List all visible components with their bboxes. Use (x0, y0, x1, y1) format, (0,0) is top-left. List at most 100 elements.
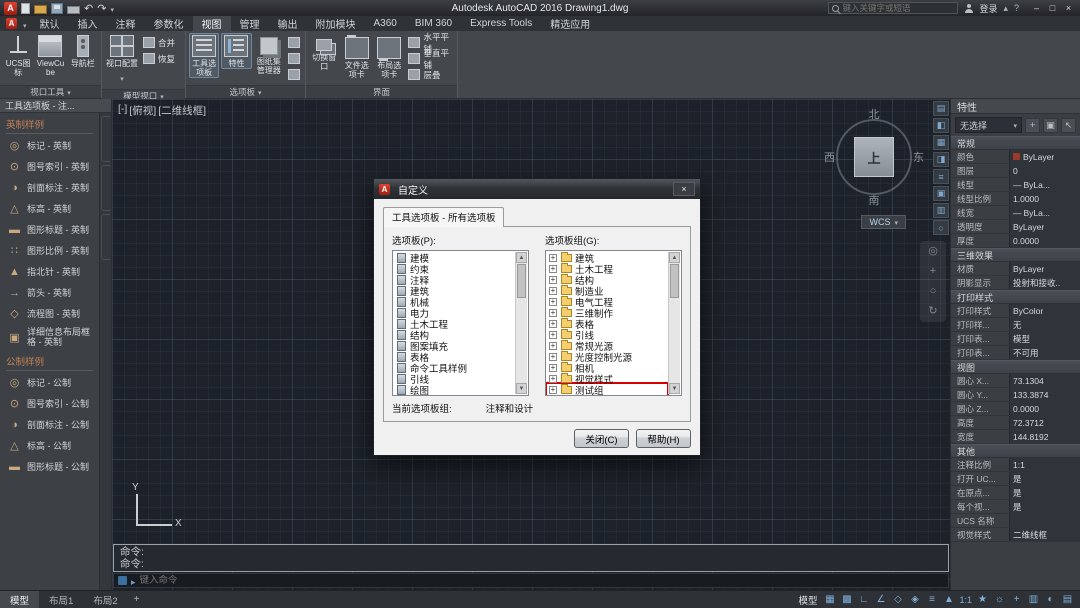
palette-item[interactable]: 图形标题 - 公制 (0, 456, 99, 477)
property-row[interactable]: 视觉样式 二维线框 (951, 528, 1080, 542)
scroll-up-icon[interactable] (669, 252, 680, 263)
palette-group-item[interactable]: 三维制作 (547, 307, 667, 318)
ribbon-tab[interactable]: 参数化 (145, 16, 193, 31)
property-value[interactable]: ByLayer (1009, 220, 1080, 233)
annotation-autoscale-icon[interactable] (976, 594, 989, 605)
small-palette-button[interactable] (286, 51, 302, 66)
property-value[interactable]: 投射和接收.. (1009, 276, 1080, 289)
ribbon-tab[interactable]: 附加模块 (307, 16, 365, 31)
property-value[interactable]: 是 (1009, 472, 1080, 485)
select-objects-icon[interactable] (1043, 118, 1058, 133)
model-tab[interactable]: 模型 (0, 591, 39, 608)
property-row[interactable]: UCS 名称 (951, 514, 1080, 528)
help-button[interactable]: 帮助(H) (636, 429, 691, 448)
lineweight-icon[interactable] (925, 594, 938, 605)
restore-icon[interactable] (1045, 3, 1060, 13)
ribbon-tab[interactable]: 精选应用 (541, 16, 599, 31)
property-value[interactable]: 1.0000 (1009, 192, 1080, 205)
palette-item[interactable]: 标高 - 公制 (0, 435, 99, 456)
property-row[interactable]: 圆心 X... 73.1304 (951, 374, 1080, 388)
property-row[interactable]: 圆心 Z... 0.0000 (951, 402, 1080, 416)
property-row[interactable]: 图层 0 (951, 164, 1080, 178)
expand-plus-icon[interactable] (549, 364, 557, 372)
annotation-scale-button[interactable]: 1:1 (959, 595, 972, 605)
property-value[interactable] (1009, 514, 1080, 527)
panel-label-interface[interactable]: 界面 (306, 85, 457, 98)
expand-plus-icon[interactable] (549, 331, 557, 339)
restore-viewports-button[interactable]: 恢复 (141, 51, 177, 66)
section-header[interactable]: 三维效果 (951, 248, 1080, 262)
open-file-icon[interactable] (34, 5, 47, 14)
zoom-icon[interactable] (930, 286, 937, 297)
palettes-list[interactable]: 建模 约束 注释 (392, 250, 529, 396)
navigation-bar-button[interactable]: 导航栏 (68, 33, 98, 69)
expand-plus-icon[interactable] (549, 276, 557, 284)
property-value[interactable]: 不可用 (1009, 346, 1080, 359)
object-snap-icon[interactable] (908, 594, 921, 605)
close-button[interactable]: 关闭(C) (574, 429, 629, 448)
scroll-down-icon[interactable] (669, 383, 680, 394)
property-value[interactable]: 是 (1009, 500, 1080, 513)
property-value[interactable]: 133.3874 (1009, 388, 1080, 401)
ribbon-tab[interactable]: 输出 (269, 16, 307, 31)
palette-item[interactable]: 详细信息布局框格 - 英制 (0, 324, 99, 350)
layout1-tab[interactable]: 布局1 (39, 591, 83, 608)
property-row[interactable]: 打开 UC... 是 (951, 472, 1080, 486)
property-row[interactable]: 厚度 0.0000 (951, 234, 1080, 248)
expand-plus-icon[interactable] (549, 375, 557, 383)
property-value[interactable]: ByLa... (1009, 206, 1080, 219)
scrollbar[interactable] (668, 252, 680, 394)
scroll-up-icon[interactable] (516, 252, 527, 263)
expand-plus-icon[interactable] (549, 298, 557, 306)
dock-palette-icon[interactable] (933, 135, 949, 150)
undo-icon[interactable] (84, 0, 93, 17)
sheet-set-manager-button[interactable]: 图纸集管理器 (254, 33, 284, 76)
property-row[interactable]: 圆心 Y... 133.3874 (951, 388, 1080, 402)
switch-windows-button[interactable]: 切换窗口 (309, 33, 339, 72)
panel-label-palettes[interactable]: 选项板 (186, 85, 305, 98)
quick-select-icon[interactable] (1061, 118, 1076, 133)
navigation-wheel-icon[interactable] (928, 246, 938, 257)
viewport-control-visual-style[interactable]: [二维线框] (158, 103, 206, 118)
expand-plus-icon[interactable] (549, 265, 557, 273)
dialog-tab[interactable]: 工具选项板 - 所有选项板 (383, 207, 504, 227)
viewport-configuration-button[interactable]: 视口配置 (105, 33, 139, 87)
property-value[interactable]: 144.8192 (1009, 430, 1080, 443)
property-row[interactable]: 阴影显示 投射和接收.. (951, 276, 1080, 290)
scrollbar-thumb[interactable] (670, 264, 679, 298)
palette-item[interactable]: 流程图 - 英制 (0, 303, 99, 324)
expand-plus-icon[interactable] (549, 353, 557, 361)
dock-palette-icon[interactable] (933, 203, 949, 218)
palette-group-item[interactable]: 测试组 (547, 384, 667, 395)
layout-tabs-button[interactable]: 布局选项卡 (374, 33, 404, 80)
new-layout-button[interactable] (128, 591, 146, 608)
save-icon[interactable] (51, 3, 63, 14)
expand-plus-icon[interactable] (549, 309, 557, 317)
new-file-icon[interactable] (21, 3, 30, 14)
ribbon-tab[interactable]: 视图 (193, 16, 231, 31)
model-space-button[interactable]: 模型 (798, 593, 817, 607)
ribbon-tab[interactable]: 注释 (107, 16, 145, 31)
isolate-objects-icon[interactable] (1044, 594, 1057, 605)
dock-palette-icon[interactable] (933, 152, 949, 167)
palette-item[interactable]: 标记 - 公制 (0, 372, 99, 393)
customize-icon[interactable] (1061, 594, 1074, 605)
search-input[interactable] (842, 3, 954, 13)
snap-icon[interactable] (840, 594, 853, 605)
ribbon-tab[interactable]: BIM 360 (406, 16, 461, 31)
palette-item[interactable]: 图号索引 - 英制 (0, 156, 99, 177)
signin-label[interactable]: 登录 (979, 2, 997, 15)
dialog-title-bar[interactable]: 自定义 (374, 179, 700, 199)
property-row[interactable]: 在原点... 是 (951, 486, 1080, 500)
join-viewports-button[interactable]: 合并 (141, 35, 177, 50)
annotation-visibility-icon[interactable] (942, 594, 955, 605)
viewcube-toggle-button[interactable]: ViewCube (35, 33, 65, 78)
section-header[interactable]: 打印样式 (951, 290, 1080, 304)
autocad-logo-icon[interactable] (4, 2, 17, 15)
tile-vertically-button[interactable]: 垂直平铺 (406, 51, 454, 66)
scrollbar-track[interactable] (516, 299, 527, 383)
property-value[interactable]: 无 (1009, 318, 1080, 331)
property-value[interactable]: ByColor (1009, 304, 1080, 317)
palette-item[interactable]: 标高 - 英制 (0, 198, 99, 219)
search-box[interactable] (828, 2, 958, 14)
